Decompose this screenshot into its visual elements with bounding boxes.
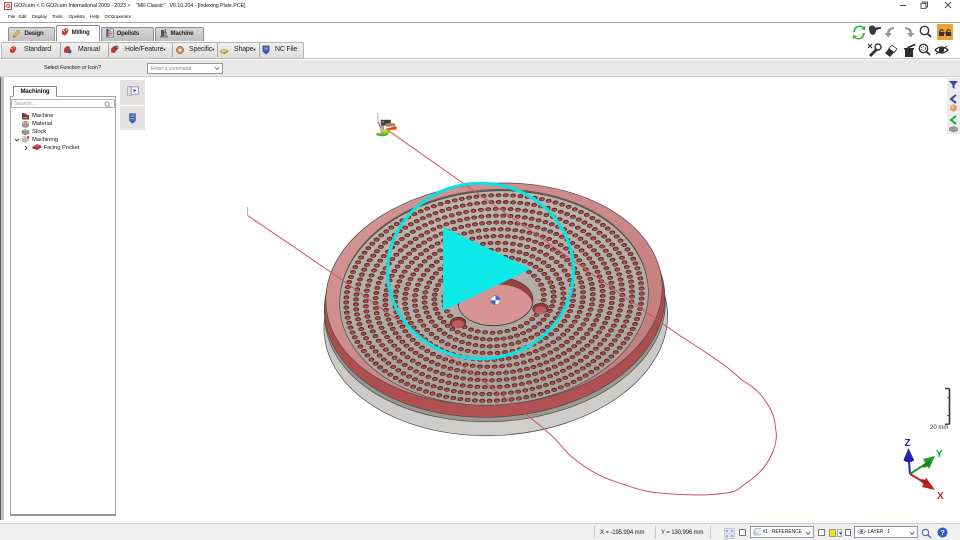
svg-text:Z: Z [905, 438, 911, 449]
svg-text:X: X [937, 491, 944, 502]
svg-text:Y: Y [936, 449, 943, 460]
svg-text:?: ? [940, 528, 945, 537]
